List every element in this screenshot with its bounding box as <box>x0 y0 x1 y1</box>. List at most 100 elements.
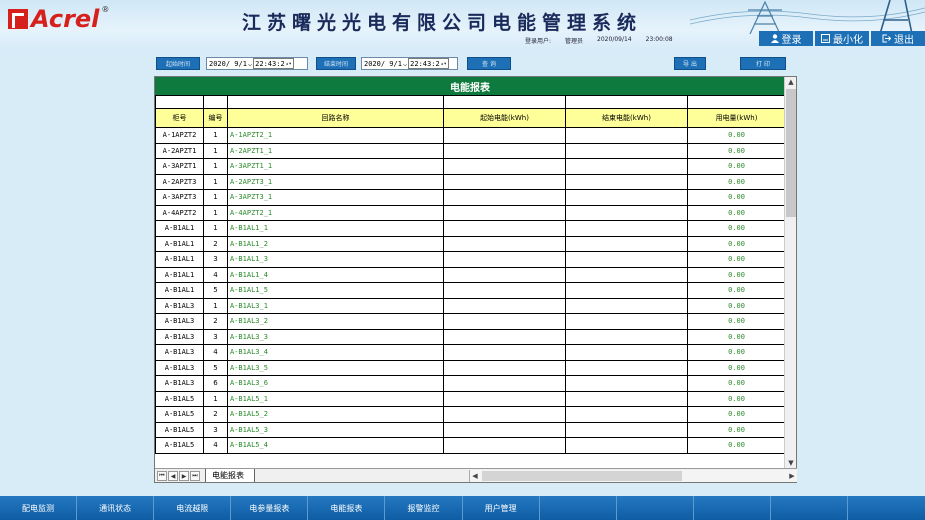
start-datetime-picker[interactable]: 2020/ 9/1 ⌵ 22:43:2 ▴▾ <box>206 57 308 70</box>
last-sheet-icon[interactable]: ⏭ <box>190 471 200 481</box>
minimize-icon <box>821 34 830 43</box>
cabinet-cell: A-2APZT1 <box>155 142 204 159</box>
start-energy-cell <box>443 189 566 206</box>
number-cell: 3 <box>203 328 228 345</box>
table-row: A-B1AL1 4 A-B1AL1_4 0.00 <box>155 266 786 283</box>
login-button-label: 登录 <box>781 35 802 46</box>
vertical-scrollbar[interactable]: ▲ ▼ <box>784 77 796 468</box>
number-cell: 1 <box>203 142 228 159</box>
nav-item-5[interactable]: 电能报表 <box>308 496 386 520</box>
circuit-name-cell: A-3APZT1_1 <box>227 158 444 175</box>
end-energy-cell <box>565 421 688 438</box>
chevron-down-icon[interactable]: ⌵ <box>248 60 252 68</box>
consumption-cell: 0.00 <box>687 437 786 454</box>
export-button[interactable]: 导 出 <box>674 57 706 70</box>
start-energy-cell <box>443 437 566 454</box>
report-viewer: 电能报表 柜号 编号 回路名称 起始电能(kWh) 结束电能(kWh) 用电量(… <box>154 76 797 483</box>
table-row: A-B1AL5 3 A-B1AL5_3 0.00 <box>155 421 786 438</box>
spin-arrows-icon[interactable]: ▴▾ <box>441 61 447 67</box>
next-sheet-icon[interactable]: ▶ <box>179 471 189 481</box>
prev-sheet-icon[interactable]: ◀ <box>168 471 178 481</box>
query-button[interactable]: 查 询 <box>467 57 511 70</box>
number-cell: 2 <box>203 235 228 252</box>
report-title: 电能报表 <box>155 77 785 95</box>
scroll-right-icon[interactable]: ▶ <box>787 470 797 482</box>
scroll-up-icon[interactable]: ▲ <box>785 77 797 87</box>
scroll-down-icon[interactable]: ▼ <box>785 458 797 468</box>
consumption-cell: 0.00 <box>687 328 786 345</box>
chevron-down-icon[interactable]: ⌵ <box>403 60 407 68</box>
logout-button[interactable]: 退出 <box>871 31 925 46</box>
first-sheet-icon[interactable]: ⏮ <box>157 471 167 481</box>
consumption-cell: 0.00 <box>687 142 786 159</box>
nav-item-4[interactable]: 电参量报表 <box>231 496 309 520</box>
start-date-value: 2020/ 9/1 <box>209 59 247 68</box>
end-time-spinner[interactable]: 22:43:2 ▴▾ <box>408 58 449 69</box>
start-energy-cell <box>443 220 566 237</box>
end-energy-cell <box>565 266 688 283</box>
sheet-tab-bar: ⏮ ◀ ▶ ⏭ 电能报表 ◀ ▶ <box>155 468 797 482</box>
spacer-cell <box>565 95 688 109</box>
nav-item-8[interactable] <box>540 496 617 520</box>
nav-item-11[interactable] <box>771 496 849 520</box>
start-energy-cell <box>443 235 566 252</box>
table-header-row: 柜号 编号 回路名称 起始电能(kWh) 结束电能(kWh) 用电量(kWh) <box>155 108 786 128</box>
nav-item-9[interactable] <box>617 496 694 520</box>
spacer-cell <box>443 95 566 109</box>
end-energy-cell <box>565 375 688 392</box>
horizontal-scroll-thumb[interactable] <box>482 471 682 481</box>
table-row: A-B1AL5 2 A-B1AL5_2 0.00 <box>155 406 786 423</box>
query-toolbar: 起始时间 2020/ 9/1 ⌵ 22:43:2 ▴▾ 结束时间 2020/ 9/… <box>156 56 786 72</box>
scroll-left-icon[interactable]: ◀ <box>470 470 480 482</box>
current-time: 23:00:08 <box>645 36 673 43</box>
nav-item-3[interactable]: 电流越限 <box>154 496 232 520</box>
circuit-name-cell: A-B1AL3_3 <box>227 328 444 345</box>
end-datetime-picker[interactable]: 2020/ 9/1 ⌵ 22:43:2 ▴▾ <box>361 57 458 70</box>
consumption-cell: 0.00 <box>687 204 786 221</box>
cabinet-cell: A-B1AL3 <box>155 328 204 345</box>
number-cell: 1 <box>203 189 228 206</box>
nav-item-6[interactable]: 报警监控 <box>385 496 463 520</box>
acrel-logo-mark <box>8 9 28 29</box>
print-button[interactable]: 打 印 <box>740 57 786 70</box>
end-energy-cell <box>565 344 688 361</box>
circuit-name-cell: A-B1AL1_5 <box>227 282 444 299</box>
consumption-cell: 0.00 <box>687 297 786 314</box>
login-button[interactable]: 登录 <box>759 31 813 46</box>
number-cell: 1 <box>203 127 228 144</box>
nav-item-10[interactable] <box>694 496 771 520</box>
table-row: A-3APZT1 1 A-3APZT1_1 0.00 <box>155 158 786 175</box>
sheet-tab-energy-report[interactable]: 电能报表 <box>205 469 255 482</box>
spin-arrows-icon[interactable]: ▴▾ <box>286 61 292 67</box>
start-time-label: 起始时间 <box>156 57 200 70</box>
nav-item-2[interactable]: 通讯状态 <box>77 496 155 520</box>
start-time-spinner[interactable]: 22:43:2 ▴▾ <box>253 58 294 69</box>
nav-item-1[interactable]: 配电监测 <box>0 496 78 520</box>
number-cell: 3 <box>203 251 228 268</box>
header-buttons: 登录 最小化 退出 <box>757 31 925 47</box>
start-energy-cell <box>443 266 566 283</box>
start-energy-cell <box>443 313 566 330</box>
minimize-button[interactable]: 最小化 <box>815 31 869 46</box>
nav-item-7[interactable]: 用户管理 <box>463 496 540 520</box>
table-row: A-B1AL3 2 A-B1AL3_2 0.00 <box>155 313 786 330</box>
table-row: A-1APZT2 1 A-1APZT2_1 0.00 <box>155 127 786 144</box>
horizontal-scrollbar[interactable]: ◀ ▶ <box>469 470 797 482</box>
number-cell: 1 <box>203 173 228 190</box>
end-energy-cell <box>565 189 688 206</box>
number-cell: 5 <box>203 282 228 299</box>
nav-item-12[interactable] <box>848 496 925 520</box>
circuit-name-cell: A-B1AL3_5 <box>227 359 444 376</box>
minimize-button-label: 最小化 <box>833 35 863 46</box>
circuit-name-cell: A-B1AL5_1 <box>227 390 444 407</box>
consumption-cell: 0.00 <box>687 173 786 190</box>
vertical-scroll-thumb[interactable] <box>786 89 796 217</box>
start-energy-cell <box>443 375 566 392</box>
consumption-cell: 0.00 <box>687 266 786 283</box>
end-energy-cell <box>565 390 688 407</box>
end-energy-cell <box>565 282 688 299</box>
end-energy-cell <box>565 235 688 252</box>
cabinet-cell: A-B1AL1 <box>155 220 204 237</box>
end-energy-cell <box>565 313 688 330</box>
spacer-cell <box>227 95 444 109</box>
